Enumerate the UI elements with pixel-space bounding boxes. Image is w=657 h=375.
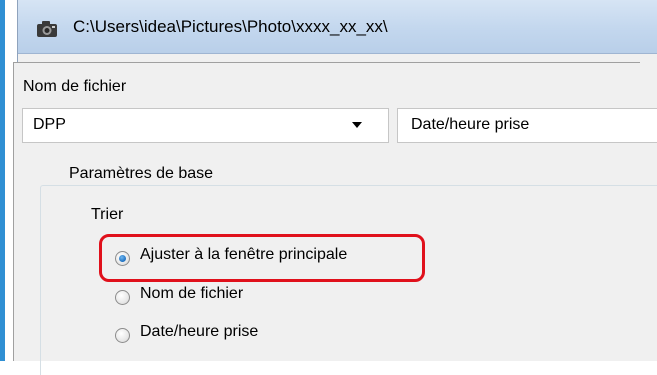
filename-prefix-value: DPP xyxy=(33,116,66,133)
window-title: C:\Users\idea\Pictures\Photo\xxxx_xx_xx\ xyxy=(73,17,388,36)
chevron-down-icon[interactable] xyxy=(352,122,362,128)
sort-option-date-label[interactable]: Date/heure prise xyxy=(140,323,258,341)
filename-suffix-field[interactable]: Date/heure prise xyxy=(397,108,657,143)
sort-option-filename-label[interactable]: Nom de fichier xyxy=(140,285,243,303)
highlight-annotation xyxy=(99,234,425,282)
window-accent-edge xyxy=(0,0,5,361)
filename-suffix-value: Date/heure prise xyxy=(411,116,530,133)
sort-label: Trier xyxy=(91,206,124,223)
filename-prefix-dropdown[interactable]: DPP xyxy=(22,108,389,143)
filename-label: Nom de fichier xyxy=(23,78,127,95)
basic-params-title: Paramètres de base xyxy=(65,165,218,183)
camera-icon xyxy=(37,21,57,37)
sort-option-date-radio[interactable] xyxy=(115,328,130,343)
title-bar[interactable]: C:\Users\idea\Pictures\Photo\xxxx_xx_xx\ xyxy=(18,0,657,54)
sort-option-filename-radio[interactable] xyxy=(115,290,130,305)
